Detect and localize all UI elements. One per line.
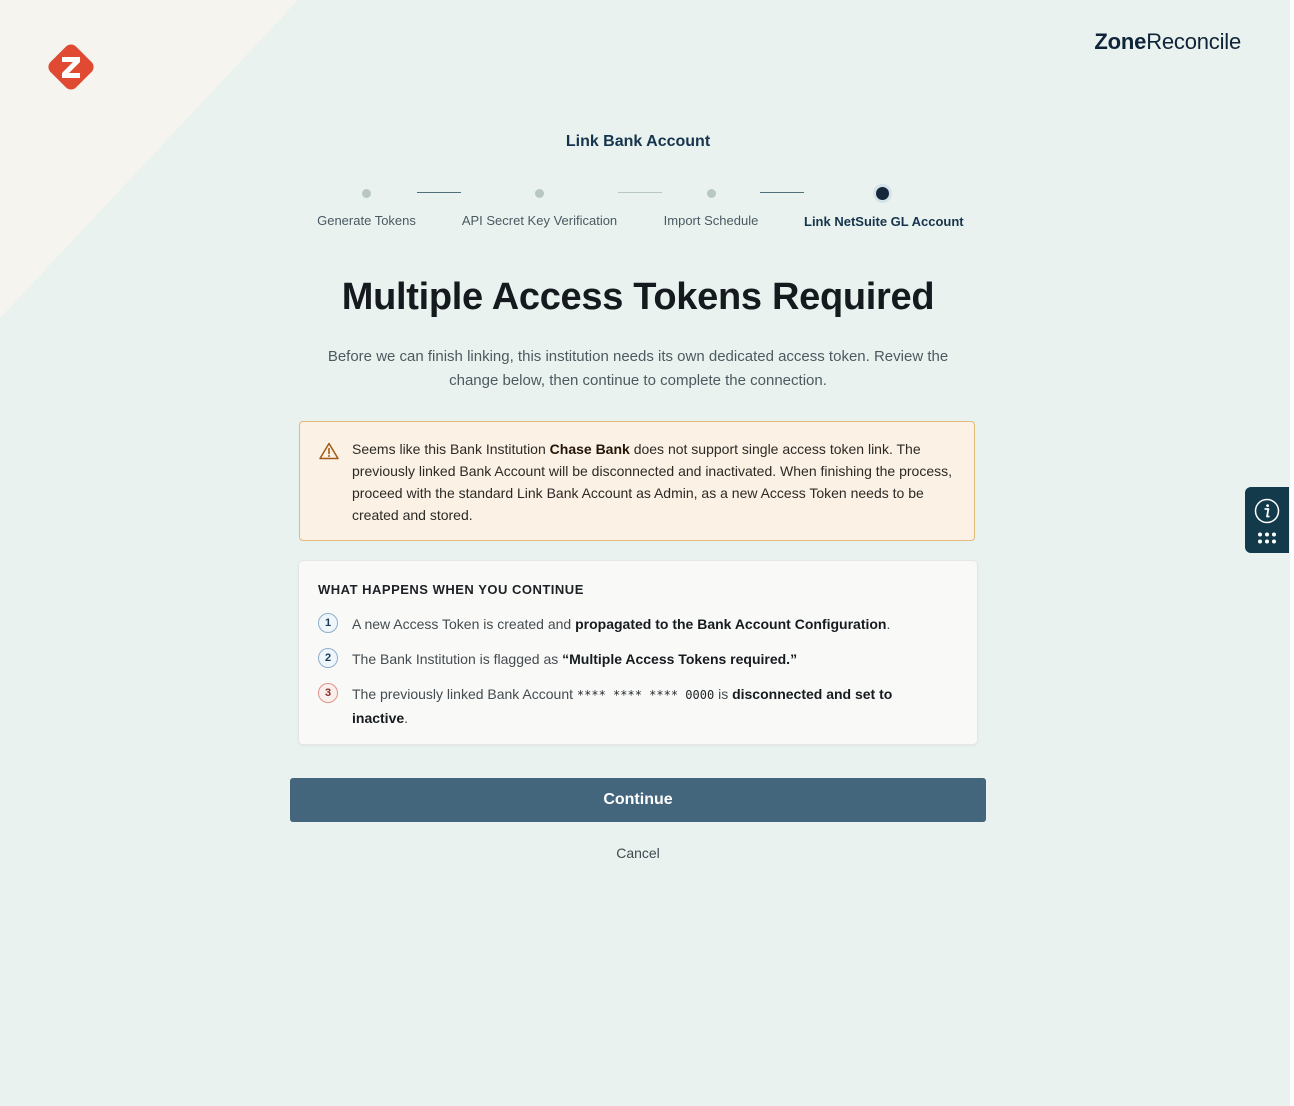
- card-heading: WHAT HAPPENS WHEN YOU CONTINUE: [318, 582, 584, 597]
- step-link-netsuite-gl-account: Link NetSuite GL Account: [804, 186, 964, 229]
- list-item-text: A new Access Token is created and propag…: [352, 613, 932, 636]
- page-heading: Link Bank Account: [565, 133, 711, 150]
- item-text-before: The previously linked Bank Account: [352, 686, 577, 702]
- step-number-badge: 2: [318, 648, 338, 668]
- brand-name-light: Reconcile: [1146, 29, 1241, 54]
- list-item-text: The Bank Institution is flagged as “Mult…: [352, 648, 932, 671]
- zone-logo-icon[interactable]: [43, 39, 99, 95]
- warning-bank-name: Chase Bank: [549, 441, 630, 457]
- step-dot-active: [875, 187, 889, 200]
- brand-name: ZoneReconcile: [1094, 29, 1241, 55]
- brand-name-bold: Zone: [1094, 29, 1147, 54]
- warning-text-before: Seems like this Bank Institution: [352, 441, 550, 457]
- step-number-badge: 3: [318, 683, 338, 703]
- step-dot: [535, 189, 544, 198]
- item-text-before: The Bank Institution is flagged as: [352, 651, 563, 667]
- item-text-after: .: [404, 710, 409, 726]
- step-generate-tokens: Generate Tokens: [300, 186, 433, 228]
- step-label: Link NetSuite GL Account: [804, 214, 964, 229]
- step-label: API Secret Key Verification: [461, 213, 618, 228]
- warning-banner: Seems like this Bank Institution Chase B…: [299, 421, 975, 541]
- step-label: Generate Tokens: [317, 213, 416, 228]
- progress-stepper: Generate Tokens API Secret Key Verificat…: [300, 186, 976, 236]
- item-text-after: .: [886, 616, 891, 632]
- warning-text: Seems like this Bank Institution Chase B…: [352, 438, 952, 526]
- step-dot: [706, 189, 716, 198]
- item-text-bold: propagated to the Bank Account Configura…: [575, 616, 887, 632]
- warning-triangle-icon: [319, 442, 339, 460]
- step-number-badge: 1: [318, 613, 338, 633]
- cancel-link[interactable]: Cancel: [0, 845, 1276, 861]
- step-label: Import Schedule: [663, 213, 759, 228]
- step-dot: [362, 189, 371, 198]
- account-mask: **** **** **** 0000: [576, 688, 715, 702]
- item-text-middle: is: [714, 686, 733, 702]
- step-import-schedule: Import Schedule: [662, 186, 760, 228]
- what-happens-card: WHAT HAPPENS WHEN YOU CONTINUE 1 A new A…: [298, 560, 978, 745]
- stepper-connector: [618, 192, 662, 193]
- page-title: Multiple Access Tokens Required: [341, 276, 935, 318]
- info-icon[interactable]: [1254, 498, 1280, 524]
- list-item-text: The previously linked Bank Account **** …: [352, 683, 932, 730]
- item-text-before: A new Access Token is created and: [352, 616, 576, 632]
- stepper-connector: [760, 192, 804, 193]
- step-api-secret-key-verification: API Secret Key Verification: [461, 186, 618, 228]
- item-text-bold: “Multiple Access Tokens required.”: [562, 651, 798, 667]
- continue-button[interactable]: Continue: [290, 778, 986, 822]
- apps-grid-icon[interactable]: [1257, 532, 1277, 544]
- side-help-widget[interactable]: [1245, 487, 1289, 553]
- window-right-edge: [1290, 0, 1294, 1106]
- background-corner-decoration: [0, 0, 298, 318]
- page-subtitle: Before we can finish linking, this insti…: [327, 348, 949, 389]
